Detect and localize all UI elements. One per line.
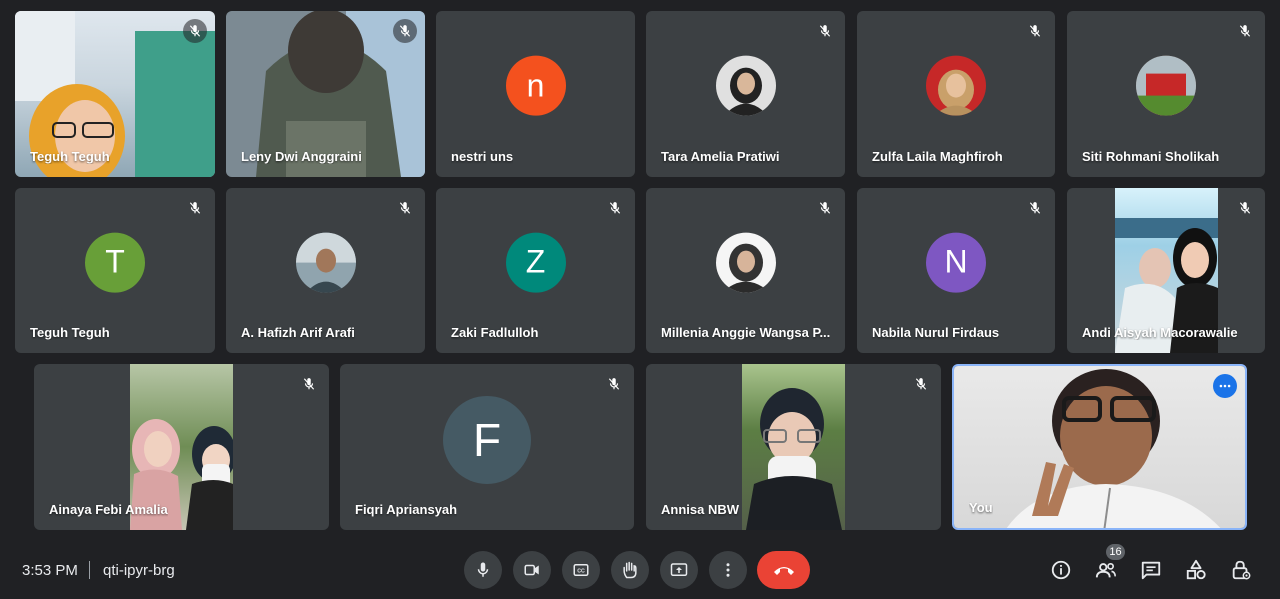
participant-name: Teguh Teguh — [30, 149, 110, 164]
raise-hand-icon — [623, 561, 637, 579]
participant-tile-teguh-video[interactable]: Teguh Teguh — [15, 11, 215, 177]
profile-photo — [1136, 55, 1196, 116]
mic-off-icon — [1233, 19, 1257, 43]
meeting-code: qti-ipyr-brg — [103, 562, 175, 579]
participant-name: Andi Aisyah Macorawalie — [1082, 325, 1238, 340]
camera-icon — [524, 564, 539, 576]
participant-name: A. Hafizh Arif Arafi — [241, 325, 355, 340]
camera-button[interactable] — [513, 551, 551, 589]
letter-avatar: n — [505, 55, 566, 116]
present-button[interactable] — [660, 551, 698, 589]
mic-off-icon — [1233, 196, 1257, 220]
participant-tile-zulfa[interactable]: Zulfa Laila Maghfiroh — [857, 11, 1055, 177]
hang-up-button[interactable] — [757, 551, 810, 589]
captions-icon: CC — [573, 564, 589, 576]
participant-name: Annisa NBW — [661, 502, 739, 517]
host-controls-icon — [1232, 560, 1251, 580]
participant-tile-annisa[interactable]: Annisa NBW — [646, 364, 941, 530]
meeting-info-button[interactable] — [1049, 558, 1073, 582]
mic-off-icon — [813, 19, 837, 43]
participant-name: Tara Amelia Pratiwi — [661, 149, 780, 164]
captions-button[interactable]: CC — [562, 551, 600, 589]
mic-off-icon — [297, 372, 321, 396]
mic-off-icon — [603, 196, 627, 220]
participant-name: Teguh Teguh — [30, 325, 110, 340]
mic-off-icon — [393, 19, 417, 43]
participant-name: You — [969, 500, 993, 515]
raise-hand-button[interactable] — [611, 551, 649, 589]
chat-button[interactable] — [1139, 558, 1163, 582]
more-options-button[interactable] — [709, 551, 747, 589]
participant-tile-nestri[interactable]: n nestri uns — [436, 11, 635, 177]
participant-name: Siti Rohmani Sholikah — [1082, 149, 1220, 164]
people-button[interactable] — [1094, 558, 1118, 582]
participant-name: Fiqri Apriansyah — [355, 502, 458, 517]
mic-off-icon — [1023, 19, 1047, 43]
participant-tile-self[interactable]: You — [952, 364, 1247, 530]
hang-up-icon — [773, 567, 794, 575]
participant-name: Millenia Anggie Wangsa P... — [661, 325, 831, 340]
mic-off-icon — [1023, 196, 1047, 220]
participant-name: nestri uns — [451, 149, 514, 164]
activities-button[interactable] — [1184, 558, 1208, 582]
participant-name: Nabila Nurul Firdaus — [872, 325, 1000, 340]
chat-icon — [1141, 561, 1161, 580]
participant-tile-teguh-avatar[interactable]: T Teguh Teguh — [15, 188, 215, 353]
people-icon — [1095, 562, 1116, 578]
participant-tile-zaki[interactable]: Z Zaki Fadlulloh — [436, 188, 635, 353]
mic-off-icon — [183, 196, 207, 220]
participant-name: Zaki Fadlulloh — [451, 325, 539, 340]
participant-tile-tara[interactable]: Tara Amelia Pratiwi — [646, 11, 845, 177]
participant-tile-andi[interactable]: Andi Aisyah Macorawalie — [1067, 188, 1265, 353]
participant-name: Ainaya Febi Amalia — [49, 502, 168, 517]
letter-avatar: T — [85, 232, 145, 293]
profile-photo — [715, 232, 776, 293]
more-options-icon — [726, 563, 730, 577]
svg-text:CC: CC — [577, 569, 585, 575]
participant-video — [742, 364, 845, 530]
mic-off-icon — [813, 196, 837, 220]
participant-tile-nabila[interactable]: N Nabila Nurul Firdaus — [857, 188, 1055, 353]
letter-avatar: Z — [505, 232, 566, 293]
participant-tile-hafizh[interactable]: A. Hafizh Arif Arafi — [226, 188, 425, 353]
mic-off-icon — [183, 19, 207, 43]
participant-tile-leny[interactable]: Leny Dwi Anggraini — [226, 11, 425, 177]
mic-off-icon — [909, 372, 933, 396]
profile-photo — [295, 232, 356, 293]
participant-name: Zulfa Laila Maghfiroh — [872, 149, 1003, 164]
self-video — [954, 366, 1245, 528]
participant-tile-fiqri[interactable]: F Fiqri Apriansyah — [340, 364, 634, 530]
mic-off-icon — [393, 196, 417, 220]
letter-avatar: F — [443, 395, 531, 484]
participant-tile-siti[interactable]: Siti Rohmani Sholikah — [1067, 11, 1265, 177]
participant-tile-millenia[interactable]: Millenia Anggie Wangsa P... — [646, 188, 845, 353]
microphone-button[interactable] — [464, 551, 502, 589]
participant-tile-ainaya[interactable]: Ainaya Febi Amalia — [34, 364, 329, 530]
profile-photo — [715, 55, 776, 116]
mic-off-icon — [602, 372, 626, 396]
microphone-icon — [477, 562, 489, 577]
info-icon — [1051, 560, 1071, 580]
activities-icon — [1186, 559, 1206, 580]
profile-photo — [926, 55, 986, 116]
footer-divider — [89, 561, 90, 579]
letter-avatar: N — [926, 232, 986, 293]
host-controls-button[interactable] — [1229, 558, 1253, 582]
present-icon — [670, 563, 688, 576]
more-options-icon[interactable] — [1213, 374, 1237, 398]
participant-name: Leny Dwi Anggraini — [241, 149, 362, 164]
meeting-time: 3:53 PM — [22, 562, 78, 579]
participant-count-badge: 16 — [1106, 544, 1125, 560]
